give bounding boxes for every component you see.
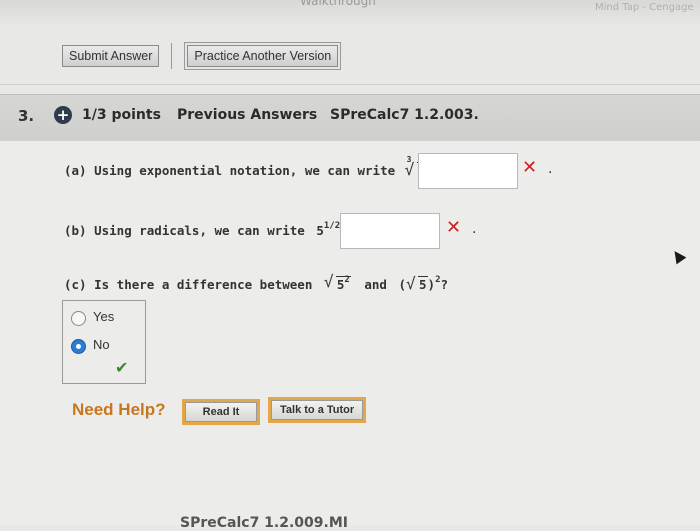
part-c-prefix: (c) Is there a difference between bbox=[64, 277, 313, 292]
top-strip: Walkthrough Mind Tap - Cengage bbox=[0, 0, 700, 24]
expand-plus-icon[interactable]: + bbox=[54, 106, 72, 124]
question-mark: ? bbox=[440, 277, 449, 292]
expr1-exponent: 2 bbox=[344, 275, 350, 285]
part-b-answer-input[interactable] bbox=[340, 213, 440, 249]
need-help-label: Need Help? bbox=[72, 400, 166, 419]
book-reference: SPreCalc7 1.2.003. bbox=[330, 107, 479, 123]
power-base: 5 bbox=[316, 223, 324, 238]
part-a-text: (a) Using exponential notation, we can w… bbox=[64, 155, 455, 179]
expr2-radicand: 5 bbox=[418, 276, 428, 292]
power-of-sqrt-expression: (5)2? bbox=[398, 274, 449, 293]
previous-answers-link[interactable]: Previous Answers bbox=[177, 107, 317, 123]
expr2-open-paren: ( bbox=[398, 277, 407, 292]
part-b-text: (b) Using radicals, we can write 51/2 as bbox=[64, 221, 369, 238]
practice-another-version-button[interactable]: Practice Another Version bbox=[187, 45, 339, 67]
button-separator bbox=[171, 43, 173, 69]
next-question-reference: SPreCalc7 1.2.009.MI bbox=[180, 515, 348, 531]
divider bbox=[0, 84, 700, 85]
question-content: (a) Using exponential notation, we can w… bbox=[0, 141, 700, 531]
expr2-close-paren: ) bbox=[427, 277, 436, 292]
part-c-connector: and bbox=[364, 277, 387, 292]
part-a-incorrect-icon: ✕ bbox=[522, 157, 538, 178]
top-faint-text: Walkthrough bbox=[300, 0, 376, 8]
expr2-sqrt: 5 bbox=[406, 274, 428, 293]
submit-answer-button[interactable]: Submit Answer bbox=[62, 45, 160, 67]
part-b-period: . bbox=[472, 221, 477, 237]
radio-yes[interactable] bbox=[71, 311, 86, 326]
part-c-choices: Yes No ✔ bbox=[62, 300, 146, 384]
talk-to-tutor-button[interactable]: Talk to a Tutor bbox=[267, 397, 367, 423]
choice-no-label: No bbox=[93, 337, 110, 352]
choice-yes-label: Yes bbox=[93, 309, 115, 324]
read-it-button[interactable]: Read It bbox=[182, 399, 260, 425]
correct-check-icon: ✔ bbox=[115, 358, 129, 377]
power-expression: 51/2 bbox=[316, 221, 341, 238]
power-exponent: 1/2 bbox=[323, 221, 341, 231]
part-a-prefix: (a) Using exponential notation, we can w… bbox=[64, 163, 396, 178]
sqrt-power-expression: 52 bbox=[324, 272, 351, 292]
part-c-text: (c) Is there a difference between 52 and… bbox=[64, 272, 449, 293]
part-a-answer-input[interactable] bbox=[418, 153, 518, 189]
root-index: 3 bbox=[406, 155, 412, 164]
part-b-prefix: (b) Using radicals, we can write bbox=[64, 223, 305, 238]
practice-button-wrap: Practice Another Version bbox=[184, 42, 342, 70]
question-points: 1/3 points bbox=[82, 107, 161, 123]
part-a-period: . bbox=[548, 161, 553, 177]
action-buttons: Submit Answer Practice Another Version bbox=[62, 42, 342, 70]
radio-no[interactable] bbox=[71, 339, 86, 354]
top-faint-right-text: Mind Tap - Cengage bbox=[595, 2, 694, 13]
question-number: 3. bbox=[18, 107, 35, 125]
question-header: 3. + 1/3 points Previous Answers SPreCal… bbox=[0, 94, 700, 142]
part-b-incorrect-icon: ✕ bbox=[446, 217, 462, 238]
